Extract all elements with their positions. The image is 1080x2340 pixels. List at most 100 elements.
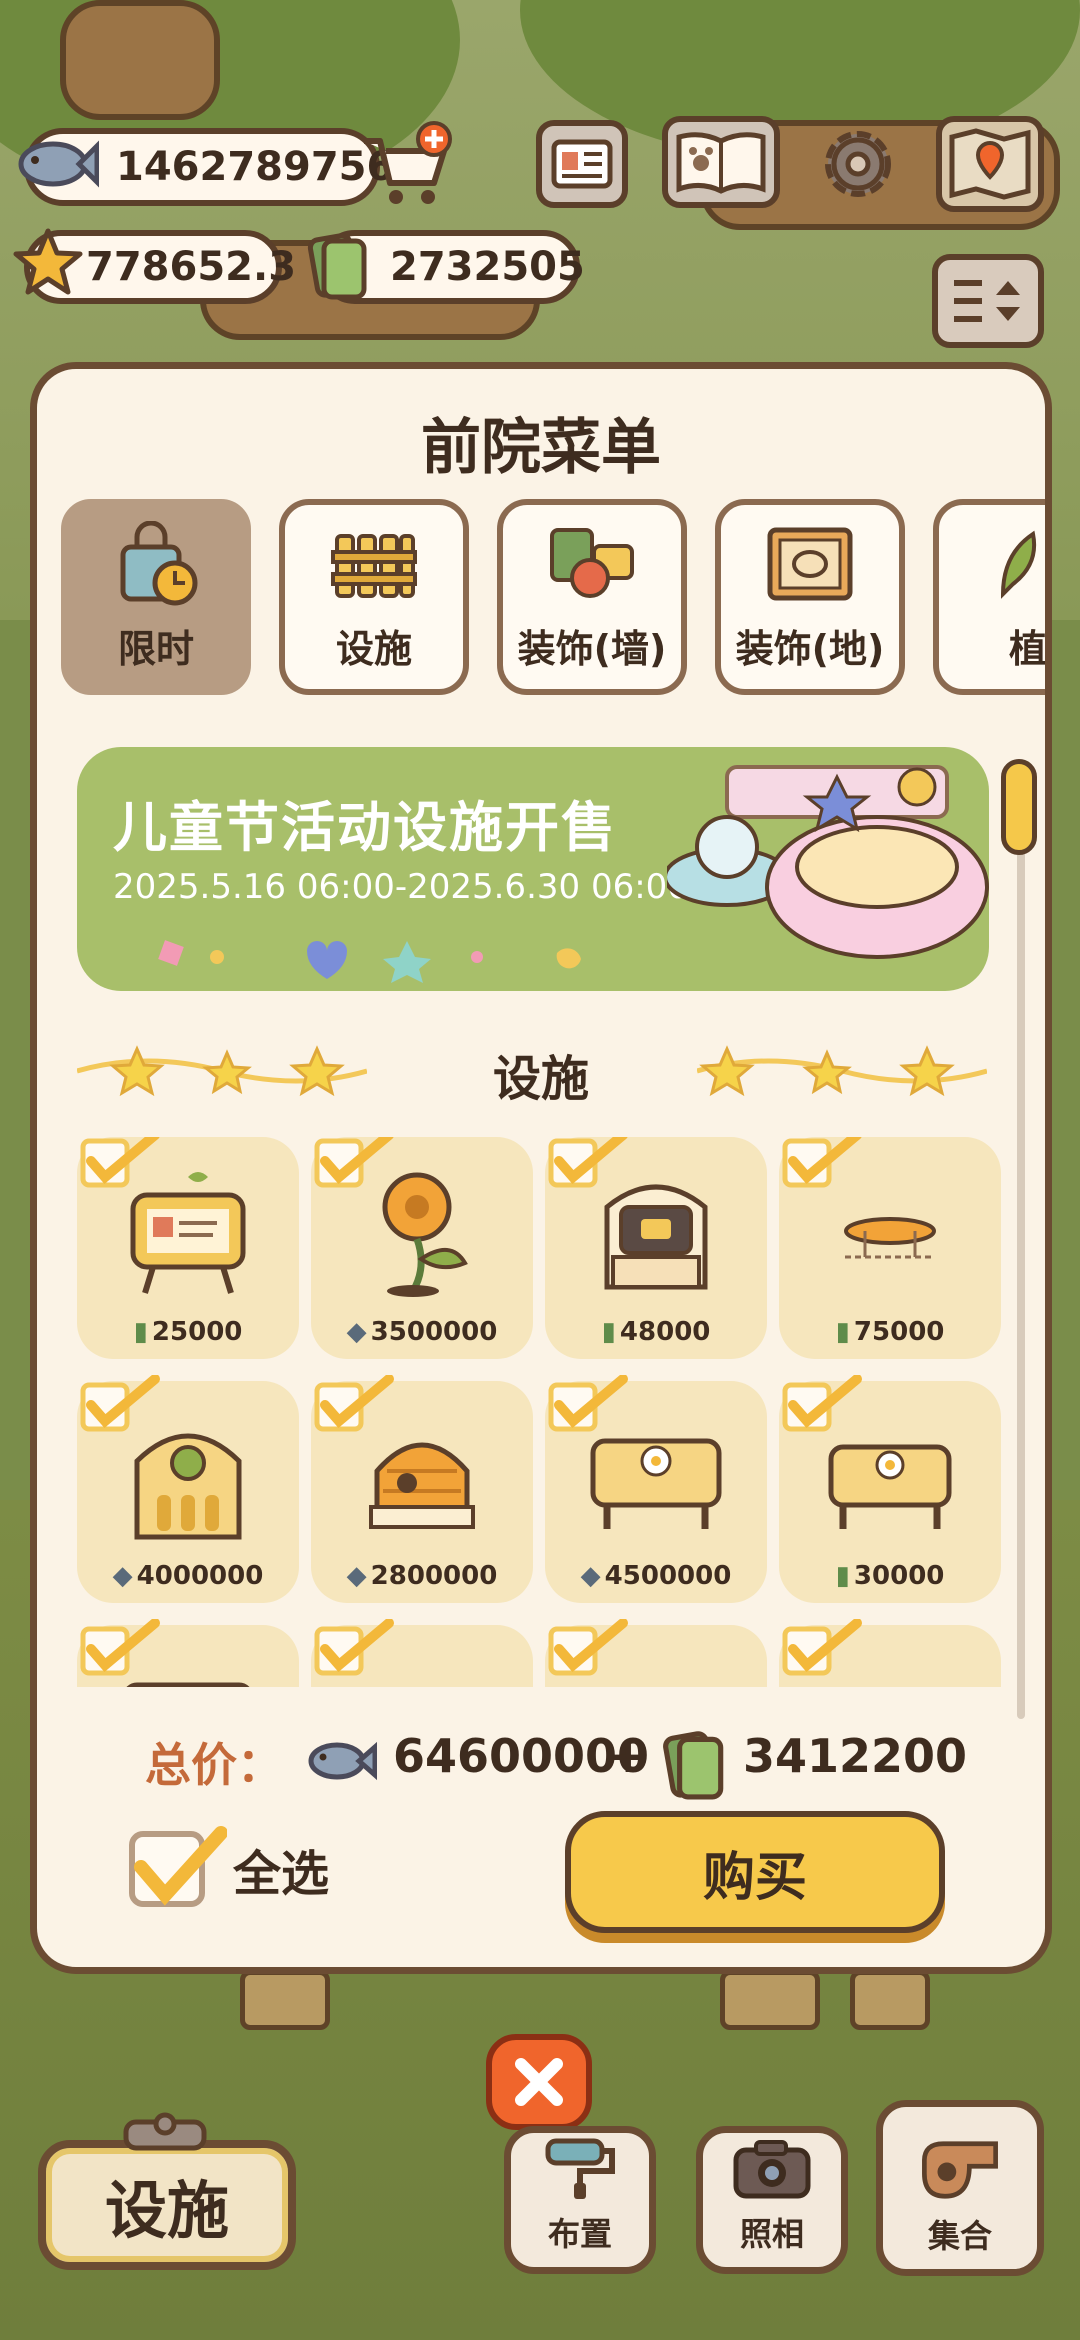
ticket-amount: 2732505	[390, 244, 585, 290]
flower-stool-icon	[815, 1655, 965, 1687]
flower-stool-icon	[581, 1655, 731, 1687]
panel-title: 前院菜单	[421, 413, 661, 483]
flower-table-icon	[113, 1655, 263, 1687]
flower-table-icon	[581, 1411, 731, 1541]
photo-button[interactable]: 照相	[696, 2126, 848, 2274]
close-icon	[515, 2058, 563, 2106]
star-garland-right-icon	[697, 1045, 987, 1097]
gear-icon	[825, 131, 891, 197]
item-card-flower-stool[interactable]	[545, 1619, 767, 1687]
confetti-decoration	[158, 940, 581, 983]
bee-cabinet-icon	[581, 1167, 731, 1297]
gather-button[interactable]: 集合	[876, 2100, 1044, 2276]
facility-mode-button[interactable]: 设施	[38, 2140, 296, 2270]
shopping-bag-clock-icon	[108, 518, 204, 610]
item-card-wooden-signboard[interactable]: ▮ 25000	[77, 1137, 299, 1359]
wall-decor-icon	[544, 518, 640, 610]
close-button[interactable]	[486, 2034, 592, 2130]
wooden-signboard-icon	[113, 1167, 263, 1297]
item-price: ▮ 75000	[835, 1317, 945, 1347]
item-card-clover-gate[interactable]: ◆ 4000000	[77, 1375, 299, 1603]
id-card-icon	[551, 139, 613, 189]
item-price: ▮ 48000	[601, 1317, 711, 1347]
ticket-icon	[663, 1731, 724, 1800]
clipboard-clip-icon	[123, 2112, 207, 2151]
fish-amount: 1462789756	[116, 144, 395, 190]
item-card-flower-stool[interactable]	[311, 1619, 533, 1687]
item-price: ▮ 30000	[835, 1561, 945, 1591]
paw-book-icon	[676, 132, 766, 194]
list-scrollbar-thumb[interactable]	[1001, 759, 1037, 855]
checkmark-icon	[134, 1826, 227, 1906]
item-card-honeycomb-house[interactable]: ◆ 2800000	[311, 1375, 533, 1603]
tab-floor-decor[interactable]: 装饰(地)	[715, 499, 905, 695]
item-price: ◆ 4000000	[112, 1561, 264, 1591]
item-card-flower-lamp[interactable]: ◆ 3500000	[311, 1137, 533, 1359]
total-ticket-amount: 3412200	[743, 1729, 968, 1783]
select-all-toggle[interactable]: 全选	[129, 1826, 330, 1907]
list-sort-button[interactable]	[932, 254, 1044, 348]
profile-card-button[interactable]	[536, 120, 628, 208]
ticket-icon: ▮	[601, 1317, 616, 1347]
fish-icon: ◆	[580, 1561, 601, 1591]
tree-trunk	[60, 0, 220, 120]
map-button[interactable]	[936, 116, 1044, 212]
frontyard-menu-panel: 前院菜单 限时 设施 装饰(墙) 装饰(地) 植 儿童节活动设施开售 2025.…	[30, 362, 1052, 1974]
select-all-label: 全选	[233, 1846, 330, 1902]
tab-label: 限时	[117, 627, 194, 671]
ticket-icon	[298, 222, 378, 306]
map-icon	[949, 128, 1031, 200]
ticket-icon: ▮	[835, 1317, 850, 1347]
event-banner[interactable]: 儿童节活动设施开售 2025.5.16 06:00-2025.6.30 06:0…	[77, 747, 989, 991]
buy-button[interactable]: 购买	[565, 1811, 945, 1933]
paint-roller-icon	[535, 2133, 625, 2203]
ticket-icon: ▮	[133, 1317, 148, 1347]
ticket-icon: ▮	[835, 1561, 850, 1591]
camera-icon	[727, 2133, 817, 2203]
banner-date: 2025.5.16 06:00-2025.6.30 06:00	[113, 867, 689, 907]
plant-icon	[980, 518, 1045, 610]
fish-icon: ◆	[346, 1561, 367, 1591]
tab-label: 装饰(墙)	[517, 627, 667, 671]
children-day-facility-illustration	[667, 765, 989, 959]
item-price: ◆ 4500000	[580, 1561, 732, 1591]
photo-label: 照相	[739, 2215, 804, 2253]
settings-gear-button[interactable]	[808, 114, 908, 214]
honeycomb-house-icon	[347, 1411, 497, 1541]
item-price: ▮ 25000	[133, 1317, 243, 1347]
item-card-flower-stool[interactable]	[779, 1619, 1001, 1687]
item-card-honey-platform[interactable]: ▮ 75000	[779, 1137, 1001, 1359]
item-price: ◆ 2800000	[346, 1561, 498, 1591]
list-scrollbar-track[interactable]	[1017, 769, 1025, 1719]
total-label: 总价：	[145, 1738, 283, 1792]
paw-book-button[interactable]	[662, 116, 780, 208]
tab-plant[interactable]: 植	[933, 499, 1047, 695]
stool-decoration	[850, 1970, 930, 2030]
tab-label: 植	[1008, 627, 1047, 671]
total-plus: +	[609, 1729, 648, 1783]
item-card-bee-cabinet[interactable]: ▮ 48000	[545, 1137, 767, 1359]
item-card-flower-table[interactable]	[77, 1619, 299, 1687]
tab-limited[interactable]: 限时	[61, 499, 251, 695]
section-header: 设施	[37, 1029, 1045, 1109]
arrange-button[interactable]: 布置	[504, 2126, 656, 2274]
item-card-flower-table[interactable]: ◆ 4500000	[545, 1375, 767, 1603]
item-card-flower-bench[interactable]: ▮ 30000	[779, 1375, 1001, 1603]
clover-gate-icon	[113, 1411, 263, 1541]
tab-label: 设施	[335, 627, 412, 671]
select-all-checkbox[interactable]	[129, 1826, 227, 1907]
fish-icon: ◆	[112, 1561, 133, 1591]
whistle-icon	[915, 2135, 1005, 2205]
item-grid: ▮ 25000 ◆ 3500000 ▮ 48000 ▮ 75000 ◆ 4000000 ◆…	[77, 1137, 1017, 1687]
flower-lamp-icon	[347, 1167, 497, 1297]
flower-bench-icon	[815, 1411, 965, 1541]
shop-cart-add-button[interactable]	[356, 118, 456, 214]
tab-wall-decor[interactable]: 装饰(墙)	[497, 499, 687, 695]
fence-icon	[326, 518, 422, 610]
category-tabs: 限时 设施 装饰(墙) 装饰(地) 植	[61, 499, 1047, 699]
banner-title: 儿童节活动设施开售	[113, 796, 617, 859]
sort-icon	[954, 280, 1020, 322]
flower-stool-icon	[347, 1655, 497, 1687]
tab-facility[interactable]: 设施	[279, 499, 469, 695]
stool-decoration	[720, 1970, 820, 2030]
